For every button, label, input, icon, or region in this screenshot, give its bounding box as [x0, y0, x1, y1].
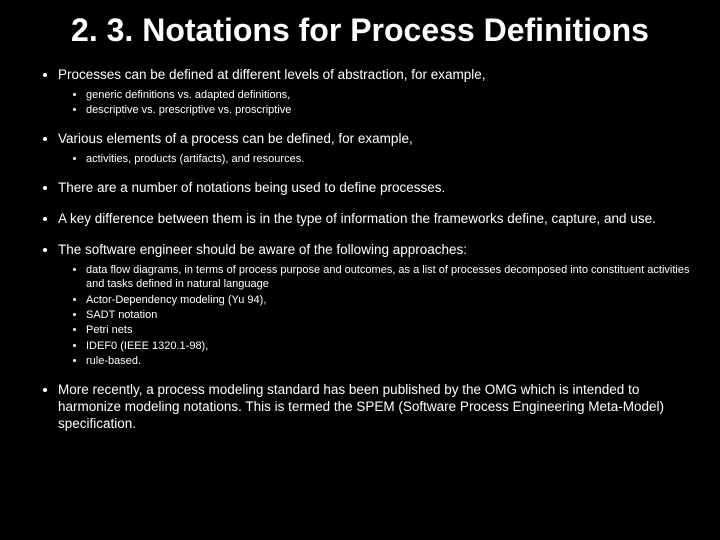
bullet-item: More recently, a process modeling standa…	[58, 382, 690, 433]
bullet-list: Processes can be defined at different le…	[30, 67, 690, 433]
bullet-text: Processes can be defined at different le…	[58, 67, 486, 82]
sub-bullet-list: data flow diagrams, in terms of process …	[58, 263, 690, 368]
sub-bullet-item: SADT notation	[86, 308, 690, 322]
slide: 2. 3. Notations for Process Definitions …	[0, 0, 720, 540]
sub-bullet-item: IDEF0 (IEEE 1320.1-98),	[86, 339, 690, 353]
slide-title: 2. 3. Notations for Process Definitions	[30, 12, 690, 49]
sub-bullet-item: rule-based.	[86, 354, 690, 368]
sub-bullet-list: activities, products (artifacts), and re…	[58, 152, 690, 166]
sub-bullet-item: Actor-Dependency modeling (Yu 94),	[86, 293, 690, 307]
bullet-item: A key difference between them is in the …	[58, 211, 690, 228]
bullet-item: There are a number of notations being us…	[58, 180, 690, 197]
sub-bullet-item: data flow diagrams, in terms of process …	[86, 263, 690, 292]
sub-bullet-item: activities, products (artifacts), and re…	[86, 152, 690, 166]
sub-bullet-list: generic definitions vs. adapted definiti…	[58, 88, 690, 118]
sub-bullet-item: Petri nets	[86, 323, 690, 337]
bullet-item: Various elements of a process can be def…	[58, 131, 690, 166]
bullet-text: Various elements of a process can be def…	[58, 131, 413, 146]
bullet-text: The software engineer should be aware of…	[58, 242, 467, 257]
bullet-item: Processes can be defined at different le…	[58, 67, 690, 117]
bullet-item: The software engineer should be aware of…	[58, 242, 690, 368]
sub-bullet-item: descriptive vs. prescriptive vs. proscri…	[86, 103, 690, 117]
sub-bullet-item: generic definitions vs. adapted definiti…	[86, 88, 690, 102]
